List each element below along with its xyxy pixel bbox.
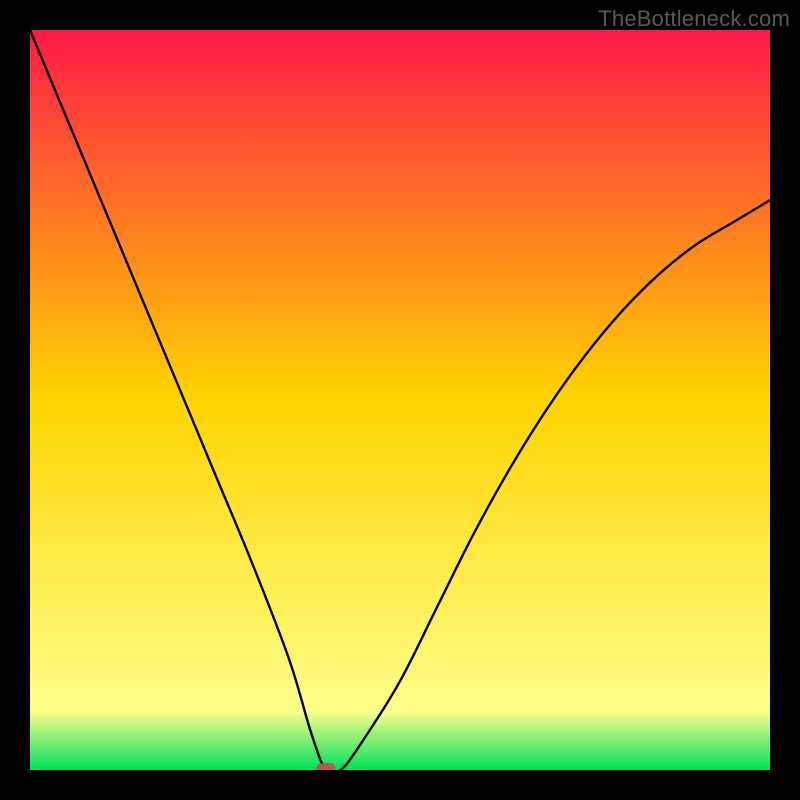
chart-frame: TheBottleneck.com — [0, 0, 800, 800]
watermark-text: TheBottleneck.com — [598, 6, 790, 32]
plot-svg — [30, 30, 770, 770]
plot-area — [30, 30, 770, 770]
gradient-background — [30, 30, 770, 770]
optimal-marker — [317, 764, 335, 771]
